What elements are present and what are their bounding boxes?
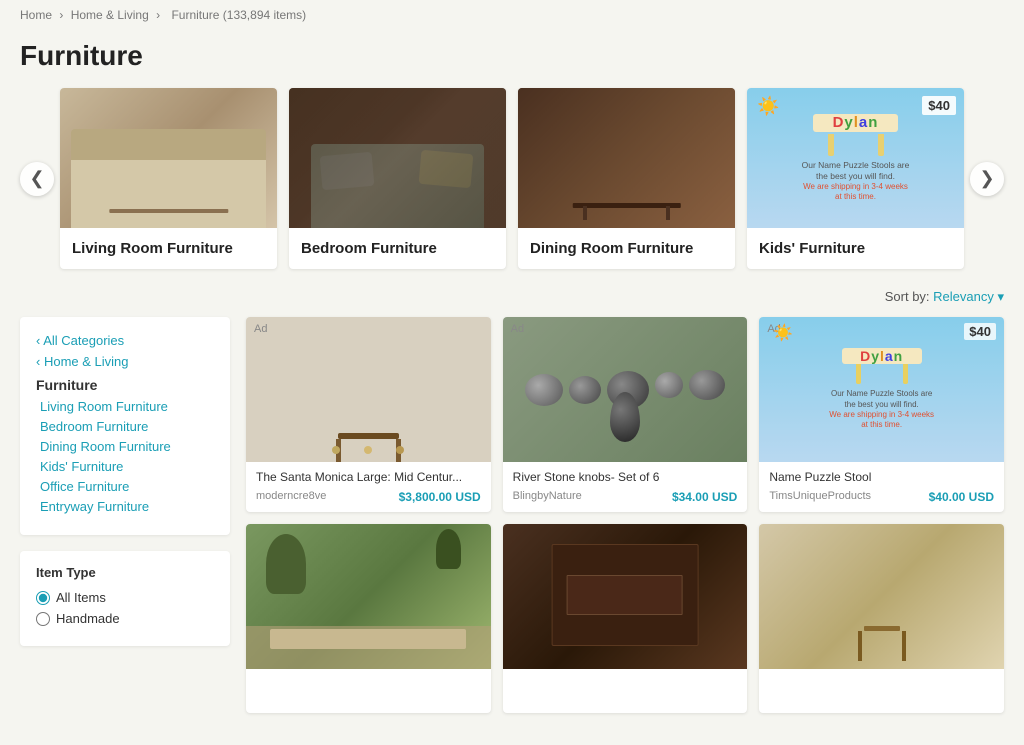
filter-handmade[interactable]: Handmade	[36, 611, 214, 626]
filter-handmade-label: Handmade	[56, 611, 120, 626]
product-card-4[interactable]	[503, 524, 748, 713]
product-info-2: Name Puzzle Stool TimsUniqueProducts $40…	[759, 462, 1004, 512]
sort-bar: Sort by: Relevancy	[20, 289, 1004, 305]
category-card-kids[interactable]: $40 Dylan Our Name Puzzle Stools are the…	[747, 88, 964, 269]
product-name-2: Name Puzzle Stool	[769, 470, 994, 484]
product-card-1[interactable]: Ad River Stone knobs- Set of 6	[503, 317, 748, 512]
sidebar-living-room[interactable]: Living Room Furniture	[36, 399, 214, 414]
sort-label: Sort by:	[885, 289, 930, 304]
product-shop-2: TimsUniqueProducts	[769, 490, 871, 504]
sidebar-all-categories[interactable]: All Categories	[36, 333, 214, 348]
breadcrumb-current: Furniture (133,894 items)	[171, 8, 306, 22]
products-grid: Ad	[246, 317, 1004, 725]
product-shop-0: moderncre8ve	[256, 490, 326, 504]
filter-all-items-radio[interactable]	[36, 591, 50, 605]
sidebar-office[interactable]: Office Furniture	[36, 479, 214, 494]
product-info-3	[246, 669, 491, 713]
breadcrumb-home[interactable]: Home	[20, 8, 52, 22]
category-label-kids: Kids' Furniture	[747, 228, 964, 269]
sidebar-dining-room[interactable]: Dining Room Furniture	[36, 439, 214, 454]
product-price-1: $34.00 USD	[672, 490, 737, 504]
page-title: Furniture	[20, 40, 1004, 72]
category-label-bedroom: Bedroom Furniture	[289, 228, 506, 269]
sidebar-home-living[interactable]: Home & Living	[36, 354, 214, 369]
ad-badge-1: Ad	[511, 323, 524, 335]
product-price-2: $40.00 USD	[929, 490, 994, 504]
product-name-0: The Santa Monica Large: Mid Centur...	[256, 470, 481, 484]
product-card-5[interactable]	[759, 524, 1004, 713]
filter-all-items-label: All Items	[56, 590, 106, 605]
sidebar-nav: All Categories Home & Living Furniture L…	[20, 317, 230, 535]
category-label-living: Living Room Furniture	[60, 228, 277, 269]
category-card-bedroom[interactable]: Bedroom Furniture	[289, 88, 506, 269]
sidebar-furniture-title: Furniture	[36, 377, 214, 393]
breadcrumb: Home › Home & Living › Furniture (133,89…	[0, 0, 1024, 30]
product-info-5	[759, 669, 1004, 713]
sidebar-kids[interactable]: Kids' Furniture	[36, 459, 214, 474]
product-card-3[interactable]	[246, 524, 491, 713]
category-label-dining: Dining Room Furniture	[518, 228, 735, 269]
sort-dropdown[interactable]: Relevancy	[933, 289, 1004, 304]
ad-badge-0: Ad	[254, 323, 267, 335]
category-card-dining[interactable]: Dining Room Furniture	[518, 88, 735, 269]
filter-title: Item Type	[36, 565, 214, 580]
product-card-0[interactable]: Ad	[246, 317, 491, 512]
product-card-2[interactable]: Ad $40 ☀️ Dylan Our Name Puzzle Stools	[759, 317, 1004, 512]
sidebar: All Categories Home & Living Furniture L…	[20, 317, 230, 725]
sidebar-bedroom[interactable]: Bedroom Furniture	[36, 419, 214, 434]
carousel-next-button[interactable]: ❯	[970, 162, 1004, 196]
filter-handmade-radio[interactable]	[36, 612, 50, 626]
product-row-2	[246, 524, 1004, 713]
sidebar-entryway[interactable]: Entryway Furniture	[36, 499, 214, 514]
product-row-1: Ad	[246, 317, 1004, 512]
breadcrumb-home-living[interactable]: Home & Living	[71, 8, 149, 22]
filter-box: Item Type All Items Handmade	[20, 551, 230, 646]
product-info-1: River Stone knobs- Set of 6 BlingbyNatur…	[503, 462, 748, 512]
carousel-prev-button[interactable]: ❮	[20, 162, 54, 196]
product-info-0: The Santa Monica Large: Mid Centur... mo…	[246, 462, 491, 512]
product-info-4	[503, 669, 748, 713]
filter-all-items[interactable]: All Items	[36, 590, 214, 605]
product-shop-1: BlingbyNature	[513, 490, 582, 504]
breadcrumb-sep2: ›	[156, 8, 160, 22]
product-name-1: River Stone knobs- Set of 6	[513, 470, 738, 484]
product-price-0: $3,800.00 USD	[399, 490, 481, 504]
breadcrumb-sep1: ›	[59, 8, 63, 22]
category-card-living[interactable]: Living Room Furniture	[60, 88, 277, 269]
